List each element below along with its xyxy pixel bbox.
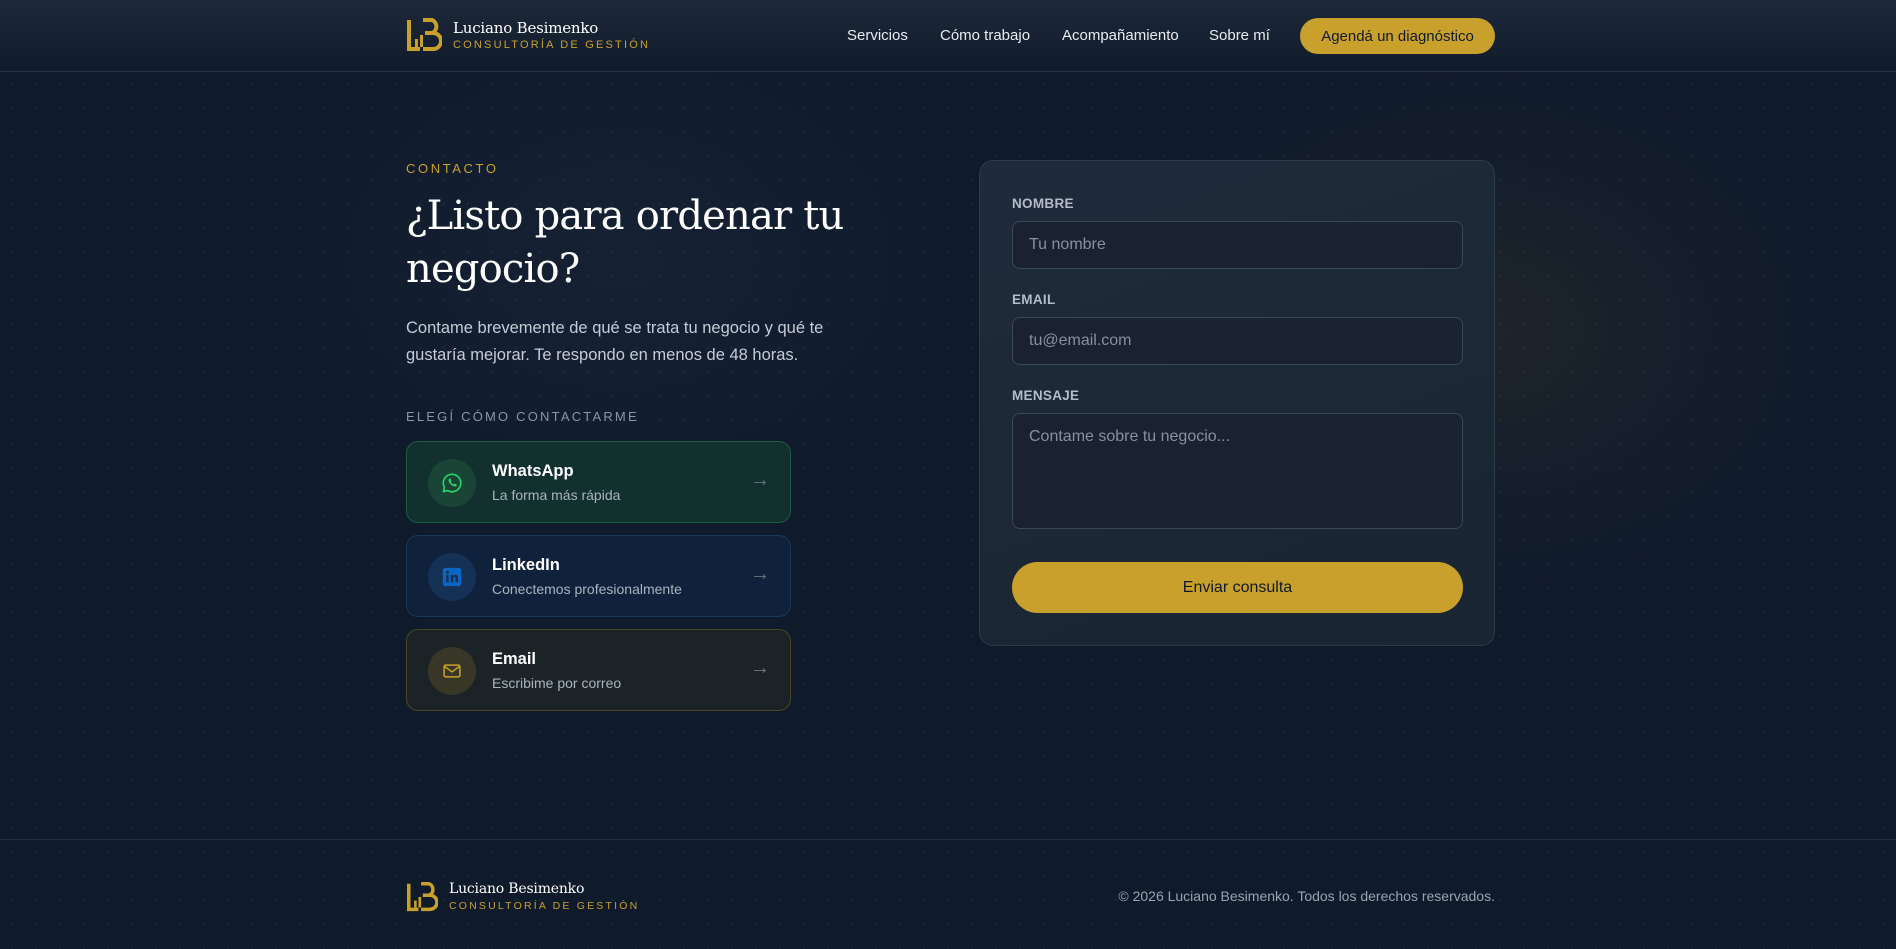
- nav-como-trabajo[interactable]: Cómo trabajo: [940, 27, 1030, 44]
- submit-button[interactable]: Enviar consulta: [1012, 562, 1463, 613]
- name-input[interactable]: [1012, 221, 1463, 269]
- message-textarea[interactable]: [1012, 413, 1463, 529]
- linkedin-subtitle: Conectemos profesionalmente: [492, 581, 682, 597]
- brand-subtitle: CONSULTORÍA DE GESTIÓN: [453, 38, 651, 51]
- brand-logo[interactable]: Luciano Besimenko CONSULTORÍA DE GESTIÓN: [406, 18, 650, 52]
- whatsapp-contact-card[interactable]: WhatsApp La forma más rápida →: [406, 441, 791, 523]
- arrow-right-icon: →: [750, 563, 770, 585]
- mail-icon: [428, 647, 476, 695]
- message-label: MENSAJE: [1012, 388, 1080, 403]
- contact-form: NOMBRE EMAIL MENSAJE Enviar consulta: [979, 160, 1495, 646]
- arrow-right-icon: →: [750, 657, 770, 679]
- logo-icon: [407, 881, 438, 911]
- section-eyebrow: CONTACTO: [406, 161, 499, 176]
- schedule-diagnosis-button[interactable]: Agendá un diagnóstico: [1300, 18, 1495, 54]
- whatsapp-title: WhatsApp: [492, 462, 574, 480]
- linkedin-contact-card[interactable]: LinkedIn Conectemos profesionalmente →: [406, 535, 791, 617]
- name-label: NOMBRE: [1012, 196, 1074, 211]
- email-title: Email: [492, 650, 537, 668]
- footer-brand-subtitle: CONSULTORÍA DE GESTIÓN: [449, 900, 640, 912]
- nav-servicios[interactable]: Servicios: [847, 27, 908, 44]
- brand-name: Luciano Besimenko: [453, 18, 599, 37]
- linkedin-title: LinkedIn: [492, 556, 560, 574]
- site-header: Luciano Besimenko CONSULTORÍA DE GESTIÓN…: [0, 0, 1896, 72]
- linkedin-icon: [428, 553, 476, 601]
- email-contact-card[interactable]: Email Escribime por correo →: [406, 629, 791, 711]
- email-subtitle: Escribime por correo: [492, 675, 622, 691]
- whatsapp-subtitle: La forma más rápida: [492, 487, 621, 503]
- nav-sobre-mi[interactable]: Sobre mí: [1209, 27, 1270, 44]
- footer-brand-name: Luciano Besimenko: [449, 881, 585, 897]
- intro-text: Contame brevemente de qué se trata tu ne…: [406, 319, 824, 364]
- contact-options-label: ELEGÍ CÓMO CONTACTARME: [406, 409, 639, 424]
- footer-brand-logo[interactable]: Luciano Besimenko CONSULTORÍA DE GESTIÓN: [406, 880, 639, 913]
- arrow-right-icon: →: [750, 469, 770, 491]
- copyright-text: © 2026 Luciano Besimenko. Todos los dere…: [1118, 888, 1495, 904]
- whatsapp-icon: [428, 459, 476, 507]
- footer-divider: [0, 839, 1896, 840]
- email-label: EMAIL: [1012, 292, 1056, 307]
- page-title: ¿Listo para ordenar tu negocio?: [406, 193, 844, 292]
- logo-icon: [407, 18, 442, 51]
- email-input[interactable]: [1012, 317, 1463, 365]
- nav-acompanamiento[interactable]: Acompañamiento: [1062, 27, 1179, 44]
